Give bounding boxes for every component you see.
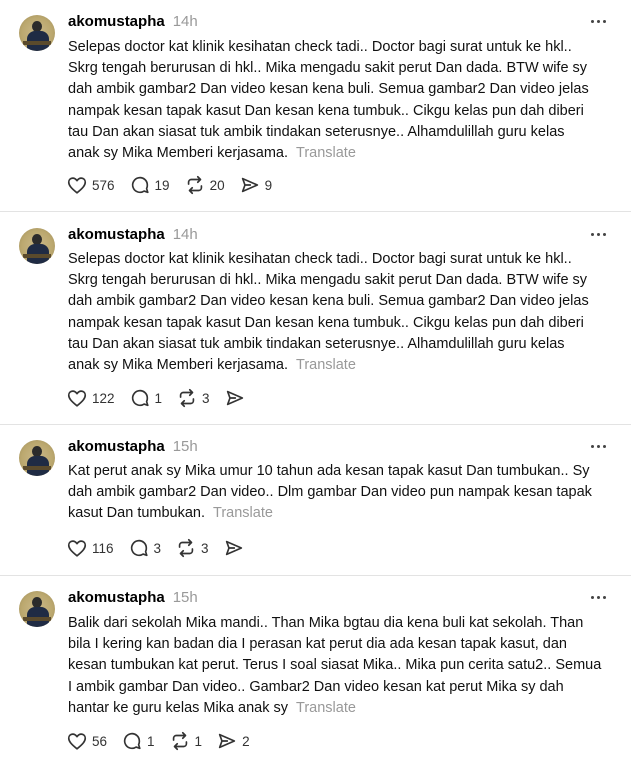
- share-count: 9: [264, 177, 273, 193]
- repost-button[interactable]: 20: [184, 174, 225, 196]
- repost-button[interactable]: 1: [169, 730, 203, 752]
- avatar[interactable]: [19, 440, 55, 476]
- repost-count: 1: [194, 733, 203, 749]
- action-bar: 116 3 3: [66, 536, 263, 560]
- share-icon: [241, 177, 258, 193]
- post-body: Kat perut anak sy Mika umur 10 tahun ada…: [68, 463, 592, 522]
- like-button[interactable]: 56: [66, 730, 107, 752]
- post-text: Balik dari sekolah Mika mandi.. Than Mik…: [68, 613, 616, 719]
- like-button[interactable]: 116: [66, 537, 114, 559]
- post-body: Selepas doctor kat klinik kesihatan chec…: [68, 251, 589, 374]
- reply-count: 19: [154, 177, 170, 193]
- like-count: 56: [92, 733, 108, 749]
- reply-count: 3: [153, 540, 162, 556]
- repost-icon: [187, 175, 202, 195]
- post-text: Kat perut anak sy Mika umur 10 tahun ada…: [68, 461, 616, 525]
- post-meta: akomustapha 14h: [68, 12, 198, 32]
- more-options-icon[interactable]: [589, 436, 609, 456]
- repost-icon: [179, 388, 195, 408]
- like-count: 116: [92, 540, 114, 556]
- reply-button[interactable]: 1: [121, 730, 155, 752]
- post-text: Selepas doctor kat klinik kesihatan chec…: [68, 249, 616, 376]
- heart-icon: [67, 390, 87, 407]
- post-body: Selepas doctor kat klinik kesihatan chec…: [68, 39, 589, 162]
- share-button[interactable]: [223, 537, 249, 559]
- like-button[interactable]: 122: [66, 387, 115, 409]
- share-button[interactable]: 2: [216, 730, 250, 752]
- post-meta: akomustapha 14h: [68, 225, 198, 245]
- share-icon: [226, 390, 243, 406]
- post-meta: akomustapha 15h: [68, 437, 198, 457]
- repost-icon: [172, 731, 187, 751]
- timestamp[interactable]: 15h: [173, 589, 198, 606]
- post: akomustapha 14h Selepas doctor kat klinik…: [0, 212, 631, 424]
- reply-button[interactable]: 3: [128, 537, 162, 559]
- comment-icon: [130, 539, 148, 557]
- reply-count: 1: [147, 733, 155, 749]
- reply-count: 1: [154, 390, 163, 406]
- repost-button[interactable]: 3: [175, 537, 209, 559]
- repost-button[interactable]: 3: [176, 387, 210, 409]
- more-options-icon[interactable]: [589, 224, 609, 244]
- share-icon: [225, 540, 242, 556]
- post: akomustapha 15h Kat perut anak sy Mika um…: [0, 425, 631, 575]
- repost-count: 3: [202, 390, 210, 406]
- username[interactable]: akomustapha: [68, 13, 165, 30]
- post: akomustapha 15h Balik dari sekolah Mika m…: [0, 576, 631, 765]
- like-count: 576: [92, 177, 115, 193]
- more-options-icon[interactable]: [589, 587, 609, 607]
- translate-link[interactable]: Translate: [296, 145, 356, 161]
- heart-icon: [67, 540, 87, 557]
- username[interactable]: akomustapha: [68, 438, 165, 455]
- share-button[interactable]: [224, 387, 250, 409]
- translate-link[interactable]: Translate: [296, 357, 356, 373]
- reply-button[interactable]: 1: [129, 387, 163, 409]
- action-bar: 122 1 3: [66, 386, 264, 410]
- like-count: 122: [92, 390, 115, 406]
- comment-icon: [131, 389, 149, 407]
- post-text: Selepas doctor kat klinik kesihatan chec…: [68, 37, 616, 164]
- username[interactable]: akomustapha: [68, 589, 165, 606]
- timestamp[interactable]: 14h: [173, 13, 198, 30]
- repost-count: 3: [201, 540, 209, 556]
- translate-link[interactable]: Translate: [296, 700, 356, 716]
- share-icon: [218, 733, 236, 749]
- action-bar: 576 19 20 9: [66, 173, 286, 197]
- heart-icon: [67, 177, 87, 194]
- repost-count: 20: [209, 177, 225, 193]
- share-button[interactable]: 9: [239, 174, 273, 196]
- translate-link[interactable]: Translate: [213, 505, 273, 521]
- avatar[interactable]: [19, 591, 55, 627]
- share-count: 2: [242, 733, 250, 749]
- timestamp[interactable]: 14h: [173, 226, 198, 243]
- post-meta: akomustapha 15h: [68, 588, 198, 608]
- repost-icon: [178, 538, 194, 558]
- timestamp[interactable]: 15h: [173, 438, 198, 455]
- heart-icon: [67, 733, 87, 750]
- action-bar: 56 1 1 2: [66, 729, 264, 753]
- username[interactable]: akomustapha: [68, 226, 165, 243]
- avatar[interactable]: [19, 15, 55, 51]
- comment-icon: [123, 732, 141, 750]
- more-options-icon[interactable]: [589, 11, 609, 31]
- comment-icon: [131, 176, 149, 194]
- post: akomustapha 14h Selepas doctor kat klinik…: [0, 0, 631, 211]
- avatar[interactable]: [19, 228, 55, 264]
- like-button[interactable]: 576: [66, 174, 115, 196]
- reply-button[interactable]: 19: [129, 174, 170, 196]
